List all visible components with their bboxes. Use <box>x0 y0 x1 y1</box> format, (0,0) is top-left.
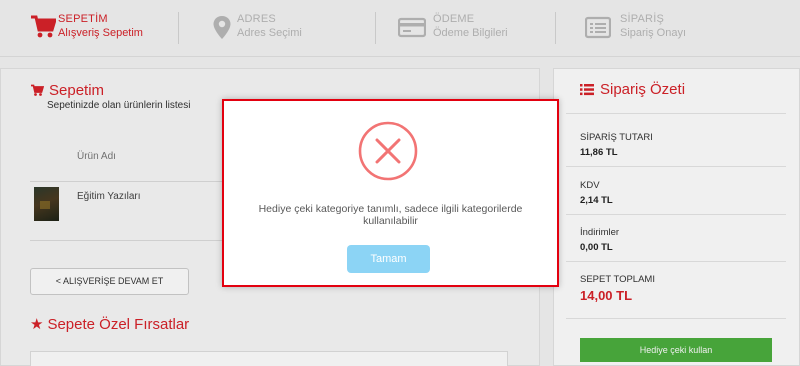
ok-button[interactable]: Tamam <box>347 245 430 273</box>
modal-message: Hediye çeki kategoriye tanımlı, sadece i… <box>258 203 523 227</box>
error-x-icon <box>358 121 418 181</box>
